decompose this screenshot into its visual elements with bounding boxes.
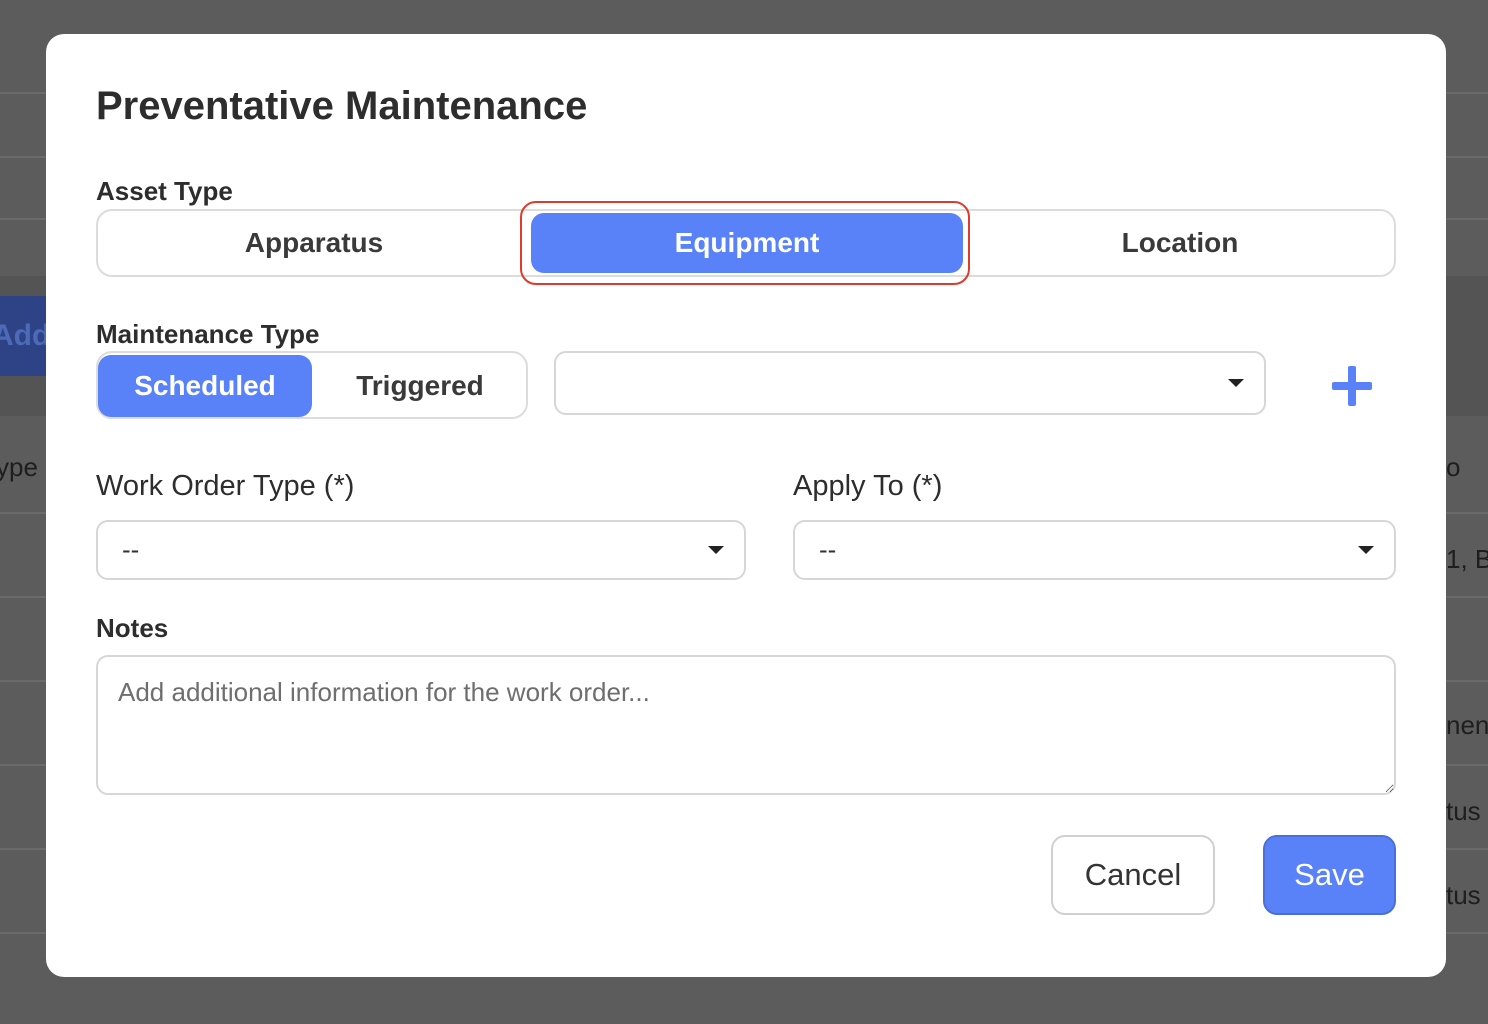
- asset-type-apparatus[interactable]: Apparatus: [98, 213, 530, 273]
- apply-to-select[interactable]: --: [793, 520, 1396, 580]
- notes-textarea[interactable]: [96, 655, 1396, 795]
- cancel-button[interactable]: Cancel: [1051, 835, 1215, 915]
- chevron-down-icon: [1358, 546, 1374, 554]
- bg-cell-text: o: [1446, 452, 1461, 482]
- maintenance-type-label: Maintenance Type: [96, 319, 320, 349]
- bg-cell-text: tus: [1446, 880, 1481, 910]
- maintenance-type-segmented-control: Scheduled Triggered: [96, 351, 528, 419]
- bg-cell-text: tus: [1446, 796, 1481, 826]
- bg-cell-text: 1, B: [1446, 544, 1488, 574]
- plus-icon[interactable]: [1330, 364, 1374, 408]
- chevron-down-icon: [1228, 379, 1244, 387]
- maintenance-type-scheduled[interactable]: Scheduled: [98, 355, 312, 417]
- save-button[interactable]: Save: [1263, 835, 1396, 915]
- asset-type-location[interactable]: Location: [964, 213, 1396, 273]
- maintenance-schedule-select[interactable]: [554, 351, 1266, 415]
- asset-type-equipment[interactable]: Equipment: [531, 213, 963, 273]
- preventative-maintenance-modal: Preventative Maintenance Asset Type Appa…: [46, 34, 1446, 977]
- work-order-type-select[interactable]: --: [96, 520, 746, 580]
- work-order-type-value: --: [122, 534, 140, 565]
- bg-cell-text: nen: [1446, 710, 1488, 740]
- maintenance-type-triggered[interactable]: Triggered: [314, 355, 526, 417]
- modal-title: Preventative Maintenance: [96, 84, 588, 128]
- apply-to-value: --: [819, 534, 837, 565]
- bg-column-header: ype: [0, 452, 38, 482]
- work-order-type-label: Work Order Type (*): [96, 470, 355, 502]
- notes-label: Notes: [96, 613, 169, 643]
- asset-type-label: Asset Type: [96, 176, 233, 206]
- asset-type-segmented-control: Apparatus Equipment Location: [96, 209, 1396, 277]
- chevron-down-icon: [708, 546, 724, 554]
- apply-to-label: Apply To (*): [793, 470, 943, 502]
